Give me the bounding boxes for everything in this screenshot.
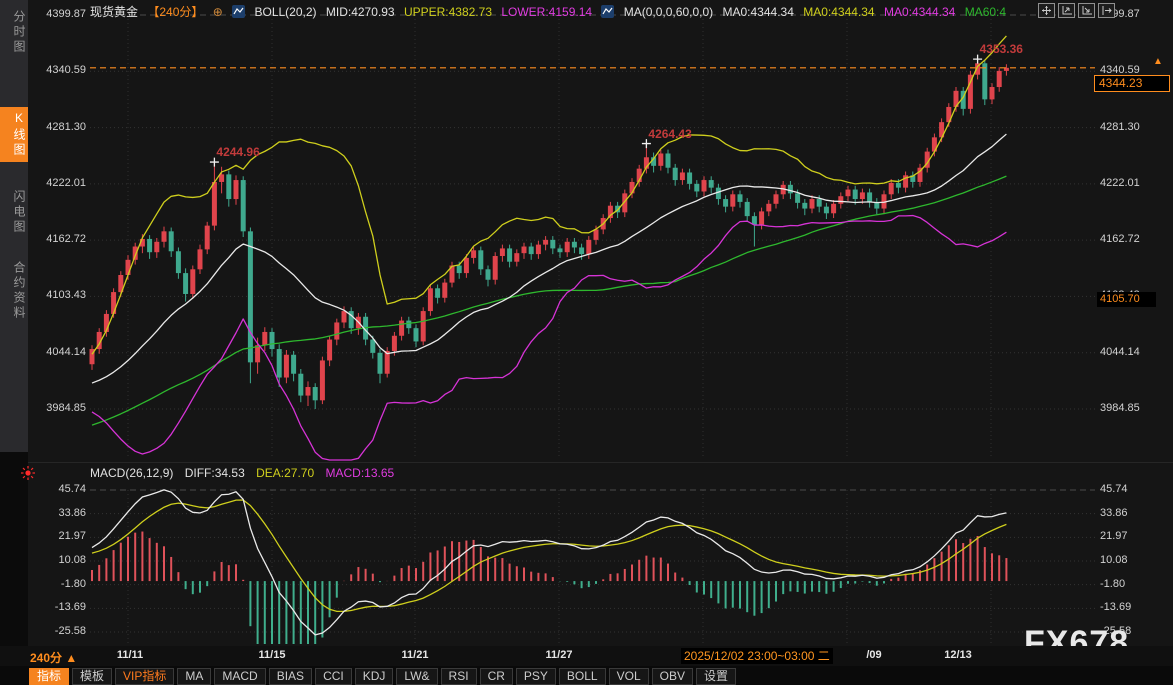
main-y-label-right: 3984.85 xyxy=(1100,402,1170,414)
macd-y-label-left: 21.97 xyxy=(30,530,86,542)
period-label: 【240分】 xyxy=(147,5,203,19)
toolbar-button-BIAS[interactable]: BIAS xyxy=(269,668,312,685)
main-y-label-right: 4162.72 xyxy=(1100,233,1170,245)
toolbar-button-BOLL[interactable]: BOLL xyxy=(559,668,606,685)
toolbar-button-CCI[interactable]: CCI xyxy=(315,668,352,685)
macd-y-label-right: 33.86 xyxy=(1100,507,1170,519)
x-axis-label: 12/13 xyxy=(928,649,988,661)
ma0-white-value: MA0:4344.34 xyxy=(722,5,793,19)
price-up-arrow-icon: ▲ xyxy=(1153,56,1163,67)
ma60-value: MA60:4 xyxy=(965,5,1006,19)
toolbar-button-设置[interactable]: 设置 xyxy=(696,668,736,685)
toolbar-button-MA[interactable]: MA xyxy=(177,668,211,685)
boll-label: BOLL(20,2) xyxy=(254,5,316,19)
toolbar-button-模板[interactable]: 模板 xyxy=(72,668,112,685)
main-y-label-left: 4103.43 xyxy=(30,289,86,301)
shift-right-icon[interactable] xyxy=(1098,3,1115,18)
toolbar-button-MACD[interactable]: MACD xyxy=(214,668,265,685)
macd-params-label: MACD(26,12,9) xyxy=(90,466,173,480)
toolbar-button-PSY[interactable]: PSY xyxy=(516,668,556,685)
toolbar-button-OBV[interactable]: OBV xyxy=(652,668,693,685)
trading-app-window: 分时图K线图闪电图合约资料 现货黄金 【240分】 ⊕ BOLL(20,2) M… xyxy=(0,0,1173,685)
boll-chip-icon[interactable] xyxy=(232,5,245,18)
x-axis-label: 11/15 xyxy=(242,649,302,661)
macd-macd-value: MACD:13.65 xyxy=(325,466,394,480)
chart-tool-icons xyxy=(1038,3,1115,18)
macd-y-label-left: -1.80 xyxy=(30,578,86,590)
main-y-label-left: 3984.85 xyxy=(30,402,86,414)
indicator-toolbar: 指标模板VIP指标MAMACDBIASCCIKDJLW&RSICRPSYBOLL… xyxy=(29,668,736,685)
high-price-annotation: 4353.36 xyxy=(980,42,1023,56)
macd-diff-value: DIFF:34.53 xyxy=(185,466,245,480)
macd-header: MACD(26,12,9) DIFF:34.53 DEA:27.70 MACD:… xyxy=(90,466,402,480)
zoom-x-axis-icon[interactable] xyxy=(1078,3,1095,18)
main-y-label-left: 4399.87 xyxy=(30,8,86,20)
boll-upper-value: UPPER:4382.73 xyxy=(404,5,492,19)
ma0-magenta-value: MA0:4344.34 xyxy=(884,5,955,19)
ma-label: MA(0,0,0,60,0,0) xyxy=(624,5,713,19)
zoom-y-axis-icon[interactable] xyxy=(1058,3,1075,18)
ma0-yellow-value: MA0:4344.34 xyxy=(803,5,874,19)
x-axis-label: 11/27 xyxy=(529,649,589,661)
high-price-annotation: 4264.43 xyxy=(648,127,691,141)
toolbar-button-CR[interactable]: CR xyxy=(480,668,513,685)
macd-y-label-left: 45.74 xyxy=(30,483,86,495)
macd-y-label-left: -13.69 xyxy=(30,601,86,613)
macd-y-label-right: 10.08 xyxy=(1100,554,1170,566)
x-axis-label: /09 xyxy=(844,649,904,661)
toolbar-button-KDJ[interactable]: KDJ xyxy=(355,668,394,685)
macd-y-label-left: 33.86 xyxy=(30,507,86,519)
bar-time-tooltip: 2025/12/02 23:00~03:00 二 xyxy=(681,648,833,664)
main-y-label-left: 4281.30 xyxy=(30,121,86,133)
main-y-label-left: 4222.01 xyxy=(30,177,86,189)
ma-chip-icon[interactable] xyxy=(601,5,614,18)
macd-y-label-right: -13.69 xyxy=(1100,601,1170,613)
toolbar-button-指标[interactable]: 指标 xyxy=(29,668,69,685)
main-y-label-right: 4044.14 xyxy=(1100,346,1170,358)
timeframe-label[interactable]: 240分 ▲ xyxy=(30,649,77,666)
symbol-name: 现货黄金 xyxy=(90,5,138,19)
x-axis-label: 11/21 xyxy=(385,649,445,661)
current-price-tag: 4344.23 xyxy=(1094,75,1170,92)
main-y-label-left: 4340.59 xyxy=(30,64,86,76)
time-axis-row: 240分 ▲ 2025/12/02 23:00~03:00 二 11/11 11/… xyxy=(0,646,1173,666)
main-y-label-right: 4281.30 xyxy=(1100,121,1170,133)
macd-y-label-right: 21.97 xyxy=(1100,530,1170,542)
macd-y-label-right: 45.74 xyxy=(1100,483,1170,495)
toolbar-button-VOL[interactable]: VOL xyxy=(609,668,649,685)
boll-mid-value: MID:4270.93 xyxy=(326,5,395,19)
high-price-annotation: 4244.96 xyxy=(216,145,259,159)
toolbar-button-VIP指标[interactable]: VIP指标 xyxy=(115,668,174,685)
toolbar-button-RSI[interactable]: RSI xyxy=(441,668,477,685)
main-y-label-left: 4044.14 xyxy=(30,346,86,358)
macd-y-label-left: 10.08 xyxy=(30,554,86,566)
live-indicator-icon xyxy=(20,465,36,486)
x-axis-label: 11/11 xyxy=(100,649,160,661)
main-y-label-left: 4162.72 xyxy=(30,233,86,245)
indicator-header: 现货黄金 【240分】 ⊕ BOLL(20,2) MID:4270.93 UPP… xyxy=(90,3,1012,19)
macd-dea-value: DEA:27.70 xyxy=(256,466,314,480)
secondary-price-tag: 4105.70 xyxy=(1097,292,1156,307)
candlestick-chart[interactable] xyxy=(0,0,1173,685)
toolbar-button-LW&[interactable]: LW& xyxy=(396,668,437,685)
macd-y-label-right: -1.80 xyxy=(1100,578,1170,590)
circle-plus-icon[interactable]: ⊕ xyxy=(213,5,223,19)
pan-tool-icon[interactable] xyxy=(1038,3,1055,18)
boll-lower-value: LOWER:4159.14 xyxy=(501,5,592,19)
main-y-label-right: 4222.01 xyxy=(1100,177,1170,189)
macd-y-label-left: -25.58 xyxy=(30,625,86,637)
